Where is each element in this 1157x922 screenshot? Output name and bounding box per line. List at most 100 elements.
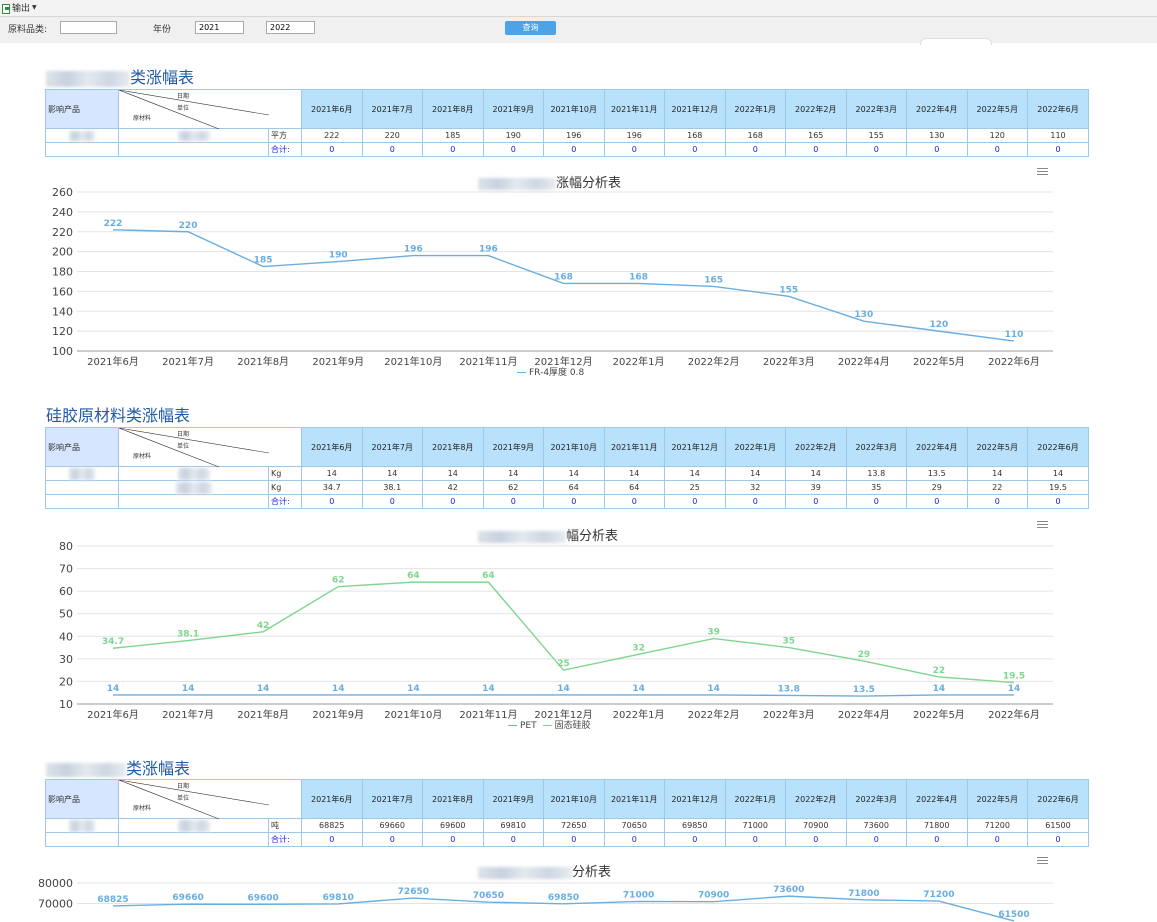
legend-item[interactable]: 固态硅胶 bbox=[542, 721, 591, 731]
export-label: 输出 bbox=[12, 4, 31, 14]
value-cell: 14 bbox=[422, 466, 484, 481]
series-line bbox=[112, 229, 1015, 342]
data-label: 64 bbox=[407, 571, 420, 581]
line-chart: 100 120 140 160 180 200 220 240 260 2021年6月 2021年7… bbox=[52, 186, 1053, 368]
month-header: 2021年7月 bbox=[361, 779, 423, 819]
data-label: 110 bbox=[1005, 330, 1024, 340]
sum-cell: 0 bbox=[785, 142, 847, 157]
date-header-label: 日期 bbox=[177, 93, 190, 100]
sum-cell: 0 bbox=[785, 832, 847, 847]
data-label: 70650 bbox=[473, 891, 504, 901]
chevron-down-icon: ▼ bbox=[32, 4, 37, 11]
value-cell: 14 bbox=[543, 466, 605, 481]
value-cell: 71800 bbox=[906, 818, 968, 833]
data-label: 13.5 bbox=[853, 685, 875, 695]
menu-icon[interactable] bbox=[1037, 168, 1048, 176]
sum-cell: 0 bbox=[664, 142, 726, 157]
data-label: 14 bbox=[1008, 684, 1021, 694]
month-header: 2022年4月 bbox=[906, 89, 968, 129]
y-tick-label: 60 bbox=[59, 585, 73, 598]
unit-header-label: 单位 bbox=[177, 795, 190, 802]
value-cell: 68825 bbox=[301, 818, 363, 833]
product-cell bbox=[45, 494, 119, 509]
section-2-table: 影响产品 日期 单位 原材料 2021年6月 2021年7月 2021年8月 2021年9月 2… bbox=[45, 427, 1089, 509]
menu-icon[interactable] bbox=[1037, 857, 1048, 865]
value-cell: 14 bbox=[664, 466, 726, 481]
data-label: 19.5 bbox=[1003, 672, 1025, 682]
month-header: 2021年6月 bbox=[301, 779, 363, 819]
value-cell: 120 bbox=[966, 128, 1028, 143]
value-cell: 14 bbox=[482, 466, 544, 481]
material-input[interactable] bbox=[60, 21, 117, 34]
product-cell bbox=[45, 832, 119, 847]
month-header: 2022年3月 bbox=[845, 779, 907, 819]
data-label: 14 bbox=[933, 684, 946, 694]
year-label: 年份 bbox=[153, 25, 172, 35]
year-from-input[interactable] bbox=[195, 21, 244, 34]
sum-cell: 0 bbox=[543, 832, 605, 847]
sum-cell: 0 bbox=[1027, 142, 1089, 157]
data-label: 14 bbox=[407, 684, 420, 694]
chart-title: 分析表 bbox=[478, 861, 611, 880]
value-cell: 185 bbox=[422, 128, 484, 143]
sum-cell: 0 bbox=[664, 494, 726, 509]
chart-title: 幅分析表 bbox=[478, 525, 618, 544]
value-cell: 14 bbox=[785, 466, 847, 481]
data-label: 25 bbox=[557, 659, 570, 669]
year-to-input[interactable] bbox=[266, 21, 315, 34]
product-cell bbox=[45, 142, 119, 157]
data-label: 196 bbox=[404, 245, 423, 255]
sum-label: 合计: bbox=[268, 142, 302, 157]
month-header: 2022年5月 bbox=[966, 427, 1028, 467]
x-tick-label: 2022年4月 bbox=[838, 708, 890, 721]
query-button[interactable]: 查询 bbox=[505, 21, 556, 35]
redacted-text bbox=[177, 130, 210, 141]
redacted-text bbox=[177, 467, 210, 480]
month-header: 2022年3月 bbox=[845, 89, 907, 129]
month-header: 2021年7月 bbox=[361, 427, 423, 467]
y-tick-label: 70000 bbox=[38, 898, 73, 911]
redacted-text bbox=[69, 130, 95, 141]
material-cell bbox=[118, 832, 269, 847]
sum-cell: 0 bbox=[664, 832, 726, 847]
data-label: 71800 bbox=[848, 889, 879, 899]
value-cell: 168 bbox=[724, 128, 786, 143]
material-cell bbox=[118, 494, 269, 509]
x-tick-label: 2021年6月 bbox=[87, 355, 139, 368]
sum-cell: 0 bbox=[845, 832, 907, 847]
data-label: 22 bbox=[933, 666, 946, 676]
x-tick-label: 2021年9月 bbox=[312, 355, 364, 368]
material-cell bbox=[118, 128, 269, 143]
legend-item[interactable]: FR-4厚度 0.8 bbox=[517, 368, 584, 378]
sum-cell: 0 bbox=[966, 832, 1028, 847]
value-cell: 14 bbox=[966, 466, 1028, 481]
data-label: 34.7 bbox=[102, 637, 124, 647]
value-cell: 69810 bbox=[482, 818, 544, 833]
value-cell: 25 bbox=[664, 480, 726, 495]
value-cell: 130 bbox=[906, 128, 968, 143]
data-label: 29 bbox=[858, 650, 871, 660]
legend-item[interactable]: PET bbox=[508, 721, 537, 731]
export-menu[interactable]: 输出 ▼ bbox=[1, 1, 37, 14]
data-label: 71000 bbox=[623, 890, 654, 900]
x-tick-label: 2021年9月 bbox=[312, 708, 364, 721]
sum-row: 合计: 0 0 0 0 0 0 0 0 0 0 0 0 0 bbox=[45, 832, 1089, 847]
y-tick-label: 100 bbox=[52, 345, 73, 358]
x-tick-label: 2022年4月 bbox=[838, 355, 890, 368]
chart-title-text: 幅分析表 bbox=[566, 529, 619, 544]
value-cell: 69850 bbox=[664, 818, 726, 833]
tab-handle bbox=[920, 38, 992, 45]
value-cell: 34.7 bbox=[301, 480, 363, 495]
data-label: 14 bbox=[482, 684, 495, 694]
data-label: 39 bbox=[707, 628, 720, 638]
menu-icon[interactable] bbox=[1037, 521, 1048, 529]
sum-cell: 0 bbox=[482, 832, 544, 847]
y-tick-label: 140 bbox=[52, 305, 73, 318]
month-header: 2021年11月 bbox=[603, 427, 665, 467]
chart-title: 涨幅分析表 bbox=[478, 172, 621, 191]
product-header: 影响产品 bbox=[45, 89, 119, 129]
sum-cell: 0 bbox=[301, 832, 363, 847]
x-tick-label: 2022年6月 bbox=[988, 708, 1040, 721]
month-header: 2022年4月 bbox=[906, 779, 968, 819]
table-row: Kg 34.7 38.1 42 62 64 64 25 32 39 35 29 22 19.5 bbox=[45, 480, 1089, 495]
